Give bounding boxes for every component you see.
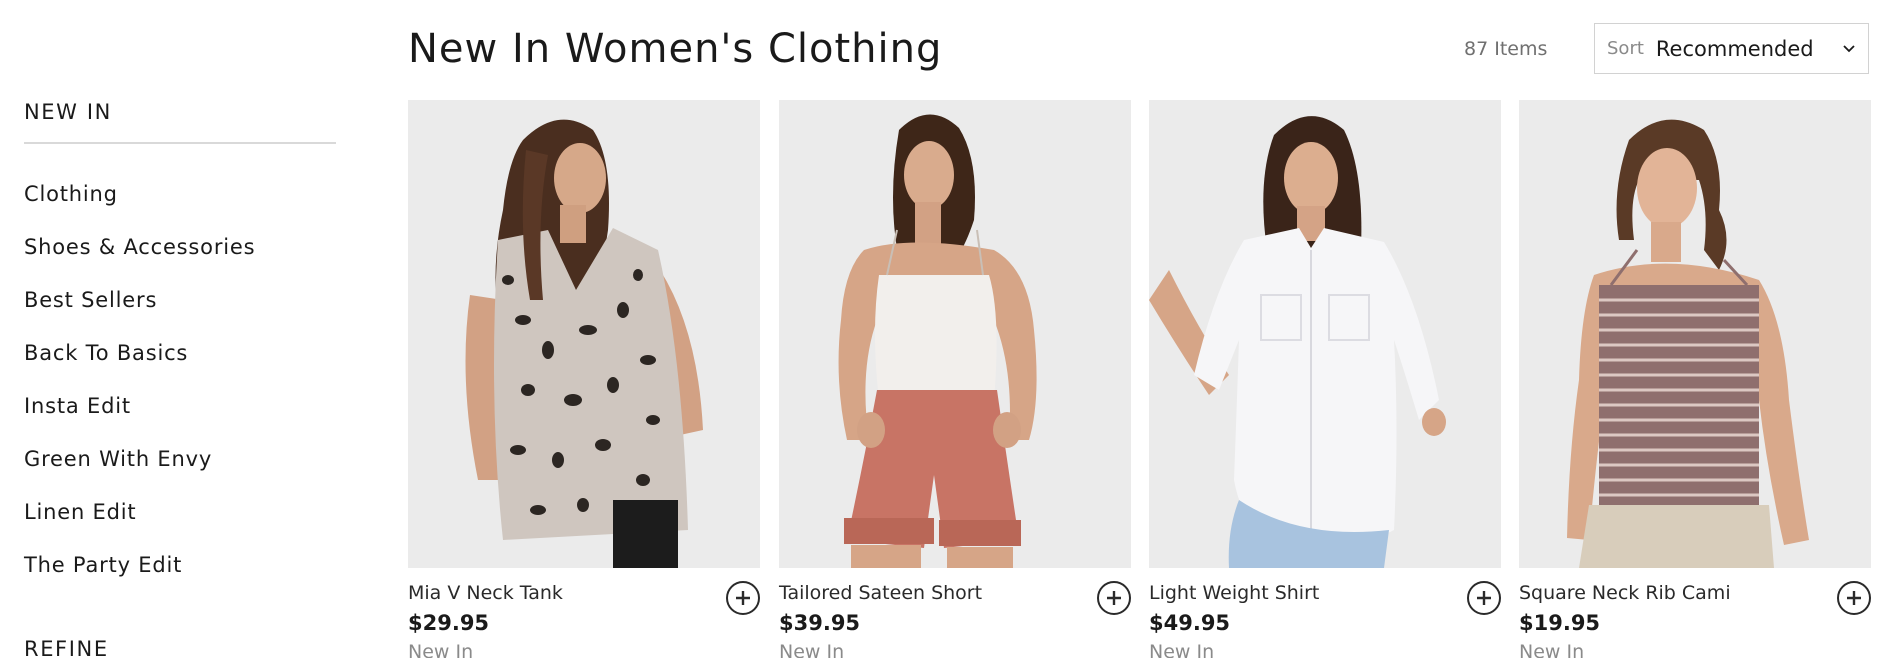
sidebar-item-green-with-envy[interactable]: Green With Envy [24,443,255,496]
sidebar-item-insta-edit[interactable]: Insta Edit [24,390,255,443]
add-to-bag-button[interactable] [1837,581,1871,615]
product-price: $19.95 [1519,611,1601,635]
product-image[interactable] [1519,100,1871,568]
sidebar-item-back-to-basics[interactable]: Back To Basics [24,337,255,390]
refine-heading[interactable]: REFINE [24,637,109,658]
sort-value: Recommended [1655,36,1814,61]
sidebar-heading[interactable]: NEW IN [24,100,112,124]
product-name[interactable]: Tailored Sateen Short [779,580,982,606]
product-name[interactable]: Square Neck Rib Cami [1519,580,1731,606]
sidebar-nav: Clothing Shoes & Accessories Best Seller… [24,178,255,602]
plus-circle-icon [1107,591,1121,605]
plus-circle-icon [1477,591,1491,605]
model-figure [779,100,1131,568]
page-title: New In Women's Clothing [408,26,943,72]
product-image[interactable] [408,100,760,568]
add-to-bag-button[interactable] [726,581,760,615]
plus-circle-icon [1847,591,1861,605]
add-to-bag-button[interactable] [1097,581,1131,615]
product-image[interactable] [1149,100,1501,568]
sidebar-item-best-sellers[interactable]: Best Sellers [24,284,255,337]
product-card: Tailored Sateen Short $39.95 New In [779,100,1131,658]
product-card: Light Weight Shirt $49.95 New In [1149,100,1501,658]
product-name[interactable]: Mia V Neck Tank [408,580,563,606]
sidebar-item-clothing[interactable]: Clothing [24,178,255,231]
product-card: Mia V Neck Tank $29.95 New In [408,100,760,658]
sidebar-item-the-party-edit[interactable]: The Party Edit [24,549,255,602]
product-price: $39.95 [779,611,861,635]
plus-circle-icon [736,591,750,605]
sidebar-item-linen-edit[interactable]: Linen Edit [24,496,255,549]
item-count: 87 Items [1464,38,1548,60]
product-tag: New In [1519,641,1585,658]
sort-label: Sort [1607,38,1644,59]
product-price: $49.95 [1149,611,1231,635]
sidebar-item-shoes-accessories[interactable]: Shoes & Accessories [24,231,255,284]
product-name[interactable]: Light Weight Shirt [1149,580,1319,606]
product-image[interactable] [779,100,1131,568]
sidebar-divider [24,142,336,144]
model-figure [408,100,760,568]
product-price: $29.95 [408,611,490,635]
chevron-down-icon [1842,42,1856,56]
product-tag: New In [779,641,845,658]
product-tag: New In [408,641,474,658]
model-figure [1519,100,1871,568]
add-to-bag-button[interactable] [1467,581,1501,615]
page: NEW IN Clothing Shoes & Accessories Best… [0,0,1889,658]
product-card: Square Neck Rib Cami $19.95 New In [1519,100,1871,658]
sort-dropdown[interactable]: Sort Recommended [1594,23,1869,74]
product-tag: New In [1149,641,1215,658]
model-figure [1149,100,1501,568]
